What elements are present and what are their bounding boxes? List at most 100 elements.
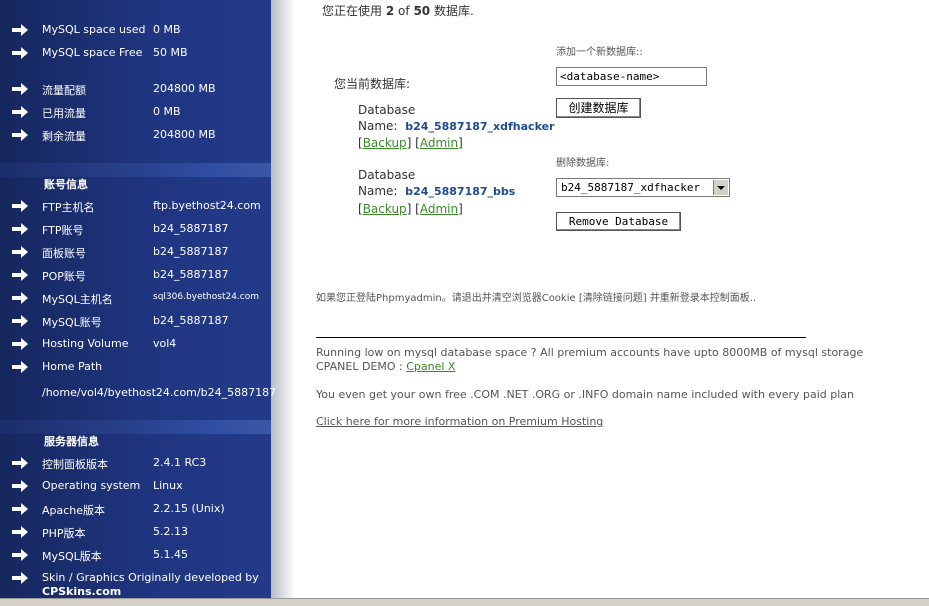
account-section-title: 账号信息: [44, 178, 88, 191]
remove-database-button[interactable]: Remove Database: [556, 212, 681, 231]
sidebar-row-mysql-used: MySQL space used 0 MB: [0, 20, 271, 40]
home-path-value: /home/vol4/byethost24.com/b24_5887187: [42, 386, 277, 399]
arrow-right-icon: [12, 223, 28, 235]
account-value: b24_5887187: [153, 245, 229, 258]
arrow-right-icon: [12, 503, 28, 515]
db-actions: [Backup] [Admin]: [358, 202, 463, 216]
sidebar-row-hosting-volume: Hosting Volume vol4: [0, 334, 271, 354]
account-value: b24_5887187: [153, 268, 229, 281]
admin-link[interactable]: Admin: [420, 202, 458, 216]
account-value: b24_5887187: [153, 314, 229, 327]
arrow-right-icon: [12, 24, 28, 36]
sidebar-row-mysql-version: MySQL版本 5.1.45: [0, 545, 271, 565]
account-label: MySQL主机名: [42, 293, 113, 306]
account-value: sql306.byethost24.com: [153, 292, 260, 302]
domain-promo-line: You even get your own free .COM .NET .OR…: [316, 388, 855, 401]
stat-label: MySQL space used: [42, 23, 146, 36]
server-value: 2.4.1 RC3: [153, 456, 207, 469]
premium-hosting-link[interactable]: Click here for more information on Premi…: [316, 415, 603, 428]
backup-link[interactable]: Backup: [363, 136, 407, 150]
db-label: Database: [358, 103, 416, 117]
create-database-button[interactable]: 创建数据库: [556, 98, 641, 118]
account-value: vol4: [153, 337, 177, 350]
arrow-right-icon: [12, 246, 28, 258]
database-name-input[interactable]: <database-name>: [556, 67, 707, 86]
db-label-name: Name:: [358, 184, 398, 198]
arrow-right-icon: [12, 480, 28, 492]
sidebar-row-mysql-account: MySQL账号 b24_5887187: [0, 311, 271, 331]
remove-db-selected: b24_5887187_xdfhacker: [561, 181, 701, 194]
server-value: 5.2.13: [153, 525, 188, 538]
account-label: FTP主机名: [42, 201, 95, 214]
arrow-right-icon: [12, 129, 28, 141]
stat-value: 204800 MB: [153, 82, 216, 95]
arrow-right-icon: [12, 572, 28, 584]
sidebar-row-pop-account: POP账号 b24_5887187: [0, 265, 271, 285]
cpanel-demo-link[interactable]: Cpanel X: [406, 360, 455, 373]
arrow-right-icon: [12, 47, 28, 59]
arrow-right-icon: [12, 361, 28, 373]
stat-label: 剩余流量: [42, 130, 86, 143]
server-label: Apache版本: [42, 504, 106, 517]
db-name: b24_5887187_xdfhacker: [405, 120, 555, 133]
account-value: ftp.byethost24.com: [153, 199, 261, 212]
db-label: Database: [358, 168, 416, 182]
sidebar-shadow: [271, 0, 295, 605]
account-label: MySQL账号: [42, 316, 102, 329]
sidebar-row-panel-account: 面板账号 b24_5887187: [0, 242, 271, 262]
arrow-right-icon: [12, 338, 28, 350]
sidebar-row-traffic-used: 已用流量 0 MB: [0, 102, 271, 122]
demo-prefix: CPANEL DEMO :: [316, 360, 407, 373]
arrow-right-icon: [12, 83, 28, 95]
db-actions: [Backup] [Admin]: [358, 136, 463, 150]
phpmyadmin-notice: 如果您正登陆Phpmyadmin。请退出并清空浏览器Cookie [清除链接问题…: [316, 293, 757, 304]
sidebar-row-ftp-host: FTP主机名 ftp.byethost24.com: [0, 196, 271, 216]
credits-link[interactable]: CPSkins.com: [42, 585, 121, 598]
server-value: 5.1.45: [153, 548, 188, 561]
backup-link[interactable]: Backup: [363, 202, 407, 216]
credits-text: Skin / Graphics Originally developed by: [42, 571, 259, 584]
remove-db-select[interactable]: b24_5887187_xdfhacker: [556, 178, 730, 197]
demo-line: CPANEL DEMO : Cpanel X: [316, 360, 455, 373]
sidebar-row-mysql-host: MySQL主机名 sql306.byethost24.com: [0, 288, 271, 308]
section-band: [0, 420, 271, 434]
remove-db-label: 删除数据库:: [556, 158, 610, 169]
usage-line: 您正在使用 2 of 50 数据库.: [322, 2, 474, 19]
usage-prefix: 您正在使用: [322, 4, 383, 18]
sidebar-row-apache: Apache版本 2.2.15 (Unix): [0, 499, 271, 519]
stat-value: 0 MB: [153, 23, 181, 36]
sidebar-row-traffic-left: 剩余流量 204800 MB: [0, 125, 271, 145]
stat-value: 50 MB: [153, 46, 188, 59]
server-section-title: 服务器信息: [44, 435, 99, 448]
create-db-label: 添加一个新数据库::: [556, 47, 643, 58]
sidebar-row-ftp-account: FTP账号 b24_5887187: [0, 219, 271, 239]
sidebar-row-panel-version: 控制面板版本 2.4.1 RC3: [0, 453, 271, 473]
account-value: b24_5887187: [153, 222, 229, 235]
arrow-right-icon: [12, 106, 28, 118]
arrow-right-icon: [12, 200, 28, 212]
stat-value: 204800 MB: [153, 128, 216, 141]
admin-link[interactable]: Admin: [420, 136, 458, 150]
account-label: Home Path: [42, 360, 103, 373]
db-name-row: Name: b24_5887187_bbs: [358, 184, 515, 198]
server-value: Linux: [153, 479, 183, 492]
sidebar-row-php: PHP版本 5.2.13: [0, 522, 271, 542]
chevron-down-icon[interactable]: [713, 180, 728, 195]
stat-label: MySQL space Free: [42, 46, 143, 59]
current-db-title: 您当前数据库:: [334, 77, 411, 91]
server-label: PHP版本: [42, 527, 86, 540]
stat-label: 流量配额: [42, 84, 86, 97]
stat-value: 0 MB: [153, 105, 181, 118]
arrow-right-icon: [12, 292, 28, 304]
usage-suffix: 数据库.: [433, 4, 474, 18]
account-label: 面板账号: [42, 247, 86, 260]
server-label: MySQL版本: [42, 550, 102, 563]
divider: [316, 337, 806, 338]
arrow-right-icon: [12, 457, 28, 469]
usage-current: 2: [385, 4, 395, 18]
db-label-name: Name:: [358, 119, 398, 133]
server-value: 2.2.15 (Unix): [153, 502, 225, 515]
arrow-right-icon: [12, 526, 28, 538]
account-label: Hosting Volume: [42, 337, 129, 350]
sidebar-row-traffic-quota: 流量配额 204800 MB: [0, 79, 271, 99]
